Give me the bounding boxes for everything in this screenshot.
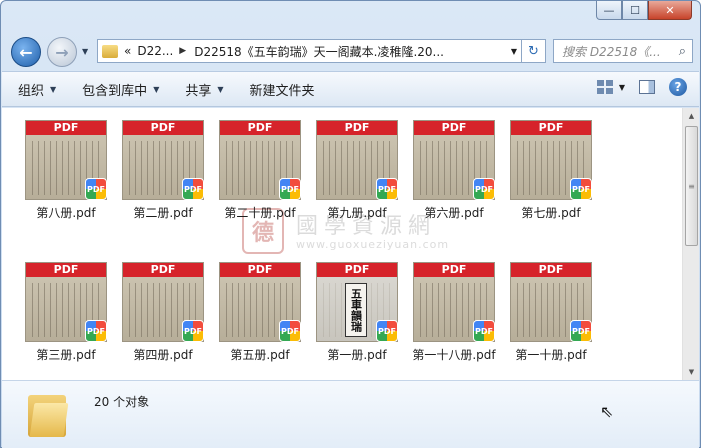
pdf-banner: PDF — [123, 121, 203, 135]
pdf-banner: PDF — [26, 263, 106, 277]
file-item[interactable]: PDF PDF 第三册.pdf — [19, 258, 113, 378]
details-pane: 20 个对象 ⇖ — [2, 380, 699, 448]
cover-title: 五車韻瑞 — [345, 283, 367, 337]
pdf-app-icon: PDF — [376, 320, 398, 342]
file-item[interactable]: PDF PDF 第九册.pdf — [310, 116, 404, 236]
pdf-banner: PDF — [414, 121, 494, 135]
view-grid-icon — [596, 80, 613, 94]
chevron-down-icon: ▼ — [50, 84, 57, 94]
refresh-button[interactable]: ↻ — [522, 39, 546, 63]
address-overflow[interactable]: « — [124, 44, 131, 58]
navigation-bar: ← → ▼ « D22... ▶ D22518《五车韵瑞》天一阁藏本.凌稚隆.2… — [1, 31, 700, 69]
command-bar: 组织 ▼ 包含到库中 ▼ 共享 ▼ 新建文件夹 ▼ ? — [2, 71, 699, 107]
file-name: 第一十册.pdf — [515, 348, 587, 362]
search-placeholder: 搜索 D22518《... — [562, 44, 661, 59]
pdf-app-icon: PDF — [279, 320, 301, 342]
file-item[interactable]: PDF PDF 第五册.pdf — [213, 258, 307, 378]
pdf-app-icon: PDF — [570, 178, 592, 200]
file-name: 第一十八册.pdf — [412, 348, 496, 362]
chevron-down-icon: ▼ — [618, 82, 625, 92]
folder-icon — [28, 391, 69, 437]
new-folder-button[interactable]: 新建文件夹 — [240, 77, 325, 101]
back-button[interactable]: ← — [11, 37, 41, 67]
pdf-app-icon: PDF — [473, 178, 495, 200]
pdf-banner: PDF — [511, 263, 591, 277]
forward-button[interactable]: → — [47, 37, 77, 67]
help-icon[interactable]: ? — [669, 78, 687, 96]
recent-pages-dropdown-icon[interactable]: ▼ — [82, 47, 88, 56]
breadcrumb-parent[interactable]: D22... — [137, 44, 173, 58]
file-item[interactable]: PDF PDF 第一十八册.pdf — [407, 258, 501, 378]
file-item[interactable]: PDF PDF 第二十册.pdf — [213, 116, 307, 236]
pdf-app-icon: PDF — [473, 320, 495, 342]
item-count: 20 个对象 — [94, 395, 150, 409]
view-controls: ▼ ? — [596, 78, 687, 96]
maximize-button[interactable]: ☐ — [622, 1, 648, 20]
pdf-banner: PDF — [317, 263, 397, 277]
scroll-down-icon[interactable]: ▼ — [683, 364, 700, 380]
pdf-banner: PDF — [220, 121, 300, 135]
pdf-banner: PDF — [220, 263, 300, 277]
pdf-app-icon: PDF — [85, 320, 107, 342]
include-in-library-menu[interactable]: 包含到库中 ▼ — [72, 77, 169, 101]
file-name: 第八册.pdf — [36, 206, 96, 220]
pdf-app-icon: PDF — [182, 320, 204, 342]
pdf-app-icon: PDF — [182, 178, 204, 200]
file-name: 第七册.pdf — [521, 206, 581, 220]
file-name: 第二十册.pdf — [224, 206, 296, 220]
include-library-label: 包含到库中 — [82, 83, 148, 99]
file-item[interactable]: PDF PDF 第七册.pdf — [504, 116, 598, 236]
file-name: 第九册.pdf — [327, 206, 387, 220]
file-item[interactable]: PDF PDF 第八册.pdf — [19, 116, 113, 236]
pdf-banner: PDF — [414, 263, 494, 277]
new-folder-label: 新建文件夹 — [249, 83, 315, 99]
pdf-app-icon: PDF — [570, 320, 592, 342]
minimize-button[interactable]: — — [596, 1, 622, 20]
file-item[interactable]: PDF 五車韻瑞 PDF 第一册.pdf — [310, 258, 404, 378]
watermark-url: www.guoxueziyuan.com — [296, 238, 450, 251]
chevron-down-icon: ▼ — [153, 84, 160, 94]
file-name: 第五册.pdf — [230, 348, 290, 362]
address-bar[interactable]: « D22... ▶ D22518《五车韵瑞》天一阁藏本.凌稚隆.20... ▼ — [97, 39, 522, 63]
close-button[interactable]: ✕ — [648, 1, 692, 20]
explorer-window: — ☐ ✕ ← → ▼ « D22... ▶ D22518《五车韵瑞》天一阁藏本… — [0, 0, 701, 448]
organize-label: 组织 — [18, 83, 45, 99]
file-item[interactable]: PDF PDF 第四册.pdf — [116, 258, 210, 378]
file-item[interactable]: PDF PDF 第二册.pdf — [116, 116, 210, 236]
vertical-scrollbar[interactable]: ▲ ≡ ▼ — [682, 108, 699, 380]
file-name: 第一册.pdf — [327, 348, 387, 362]
pdf-app-icon: PDF — [85, 178, 107, 200]
search-input[interactable]: 搜索 D22518《... ⌕ — [553, 39, 693, 63]
mouse-cursor-icon: ⇖ — [600, 402, 614, 421]
file-name: 第三册.pdf — [36, 348, 96, 362]
file-item[interactable]: PDF PDF 第一十册.pdf — [504, 258, 598, 378]
search-icon[interactable]: ⌕ — [679, 44, 686, 59]
change-view-button[interactable]: ▼ — [596, 80, 625, 94]
chevron-down-icon: ▼ — [217, 84, 224, 94]
preview-pane-icon[interactable] — [639, 80, 655, 94]
pdf-banner: PDF — [317, 121, 397, 135]
address-dropdown-icon[interactable]: ▼ — [511, 47, 517, 56]
file-item[interactable]: PDF PDF 第六册.pdf — [407, 116, 501, 236]
pdf-app-icon: PDF — [279, 178, 301, 200]
breadcrumb-separator-icon[interactable]: ▶ — [179, 46, 186, 56]
caption-buttons: — ☐ ✕ — [596, 1, 692, 20]
folder-icon — [102, 44, 118, 58]
pdf-banner: PDF — [26, 121, 106, 135]
share-label: 共享 — [185, 83, 212, 99]
pdf-app-icon: PDF — [376, 178, 398, 200]
pdf-banner: PDF — [123, 263, 203, 277]
file-list: 德 國學資源網 www.guoxueziyuan.com ▲ ≡ ▼ PDF PD… — [2, 108, 699, 380]
breadcrumb-current[interactable]: D22518《五车韵瑞》天一阁藏本.凌稚隆.20... — [194, 43, 444, 60]
file-name: 第六册.pdf — [424, 206, 484, 220]
file-name: 第四册.pdf — [133, 348, 193, 362]
share-menu[interactable]: 共享 ▼ — [175, 77, 233, 101]
scroll-up-icon[interactable]: ▲ — [683, 108, 700, 124]
file-name: 第二册.pdf — [133, 206, 193, 220]
pdf-banner: PDF — [511, 121, 591, 135]
scrollbar-thumb[interactable]: ≡ — [685, 126, 698, 246]
organize-menu[interactable]: 组织 ▼ — [8, 77, 66, 101]
